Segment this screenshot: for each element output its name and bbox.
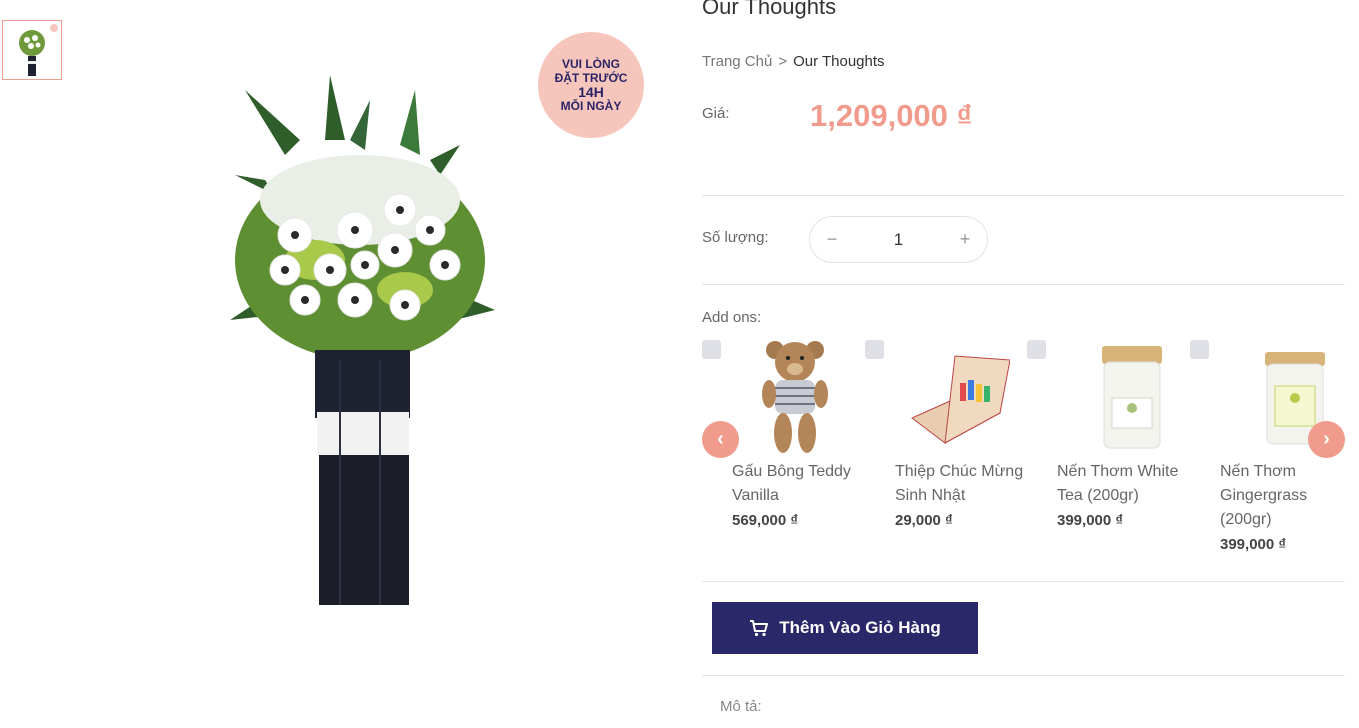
addon-name: Nến Thơm Gingergrass (200gr) [1220, 463, 1308, 528]
add-to-cart-label: Thêm Vào Giỏ Hàng [779, 618, 941, 637]
description-label: Mô tả: [720, 698, 762, 715]
addon-name: Gấu Bông Teddy Vanilla [732, 463, 851, 504]
preorder-badge: VUI LÒNG ĐẶT TRƯỚC 14H MỖI NGÀY [538, 32, 644, 138]
breadcrumb: Trang Chủ > Our Thoughts [702, 53, 885, 70]
product-thumbnail[interactable] [2, 20, 62, 80]
addon-checkbox[interactable] [865, 340, 884, 359]
product-image [205, 60, 515, 605]
addon-checkbox[interactable] [1027, 340, 1046, 359]
addon-price: 569,000 ₫ [732, 512, 799, 529]
addon-price: 399,000 ₫ [1057, 512, 1124, 529]
breadcrumb-separator: > [778, 53, 788, 70]
divider [702, 581, 1345, 582]
addon-price: 29,000 ₫ [895, 512, 953, 529]
greeting-card-image [911, 355, 1010, 444]
addon-name: Nến Thơm White Tea (200gr) [1057, 463, 1179, 504]
addon-name: Thiệp Chúc Mừng Sinh Nhật [895, 463, 1024, 504]
badge-line: VUI LÒNG [561, 57, 620, 71]
cart-icon [750, 620, 769, 637]
candle-image [1102, 346, 1162, 449]
divider [702, 284, 1345, 285]
addon-checkbox[interactable] [1190, 340, 1209, 359]
badge-line: ĐẶT TRƯỚC [554, 71, 628, 85]
addons-next-button[interactable]: › [1308, 421, 1345, 458]
badge-line: MỖI NGÀY [560, 99, 622, 113]
quantity-stepper: − 1 + [809, 216, 988, 263]
badge-line: 14H [578, 84, 604, 100]
divider [702, 675, 1345, 676]
product-price: 1,209,000 ₫ [810, 98, 973, 133]
quantity-increase-button[interactable]: + [943, 229, 987, 250]
divider [702, 195, 1345, 196]
breadcrumb-home-link[interactable]: Trang Chủ [702, 53, 772, 70]
addons-label: Add ons: [702, 309, 762, 326]
addon-checkbox[interactable] [702, 340, 721, 359]
quantity-decrease-button[interactable]: − [810, 229, 854, 250]
teddy-bear-image [762, 341, 828, 453]
addons-prev-button[interactable]: ‹ [702, 421, 739, 458]
quantity-label: Số lượng: [702, 229, 769, 246]
price-label: Giá: [702, 105, 730, 122]
breadcrumb-current: Our Thoughts [793, 53, 885, 70]
product-title: Our Thoughts [702, 0, 837, 19]
quantity-input[interactable]: 1 [854, 230, 943, 250]
add-to-cart-button[interactable]: Thêm Vào Giỏ Hàng [712, 602, 978, 654]
addon-price: 399,000 ₫ [1220, 536, 1287, 553]
